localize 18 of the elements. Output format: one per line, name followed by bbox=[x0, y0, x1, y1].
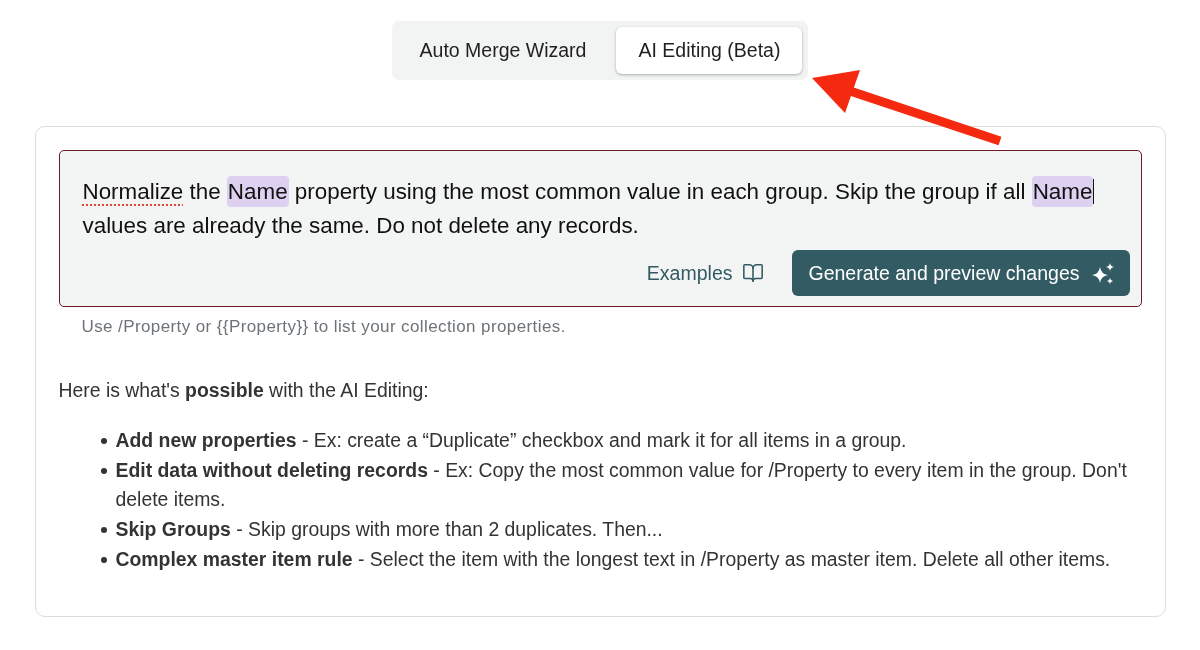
list-item-text: Complex master item rule - Select the item with the longest text in /Property as master item. Delete all other items. bbox=[115, 547, 1112, 572]
text-cursor bbox=[1093, 179, 1095, 204]
list-item-text: Edit data without deleting records - Ex: Copy the most common value for /Property to every item in the group. Don't delete items. bbox=[115, 458, 1128, 512]
hint-text: Use /Property or {{Property}} to list your collection properties. bbox=[81, 318, 567, 336]
tab[interactable]: AI Editing (Beta) bbox=[616, 27, 803, 74]
sparkle-icon bbox=[1091, 262, 1114, 284]
generate-button[interactable]: Generate and preview changes bbox=[792, 250, 1130, 296]
bullet-icon bbox=[100, 557, 107, 563]
intro-text: Here is what's possible with the AI Editing: bbox=[58, 378, 430, 403]
book-icon bbox=[742, 262, 765, 284]
list-item-text: Skip Groups - Skip groups with more than 2 duplicates. Then... bbox=[115, 517, 664, 542]
examples-button[interactable]: Examples bbox=[646, 261, 765, 285]
list-item-text: Add new properties - Ex: create a “Duplicate” checkbox and mark it for all items in a group. bbox=[115, 428, 908, 453]
bullet-icon bbox=[100, 527, 107, 533]
bullet-icon bbox=[100, 468, 107, 474]
prompt-field[interactable]: Normalize the Name property using the most common value in each group. Skip the group if all Name values are already the same. Do not delete any records. bbox=[82, 175, 1130, 243]
bullet-icon bbox=[100, 438, 107, 444]
tab[interactable]: Auto Merge Wizard bbox=[397, 27, 609, 74]
